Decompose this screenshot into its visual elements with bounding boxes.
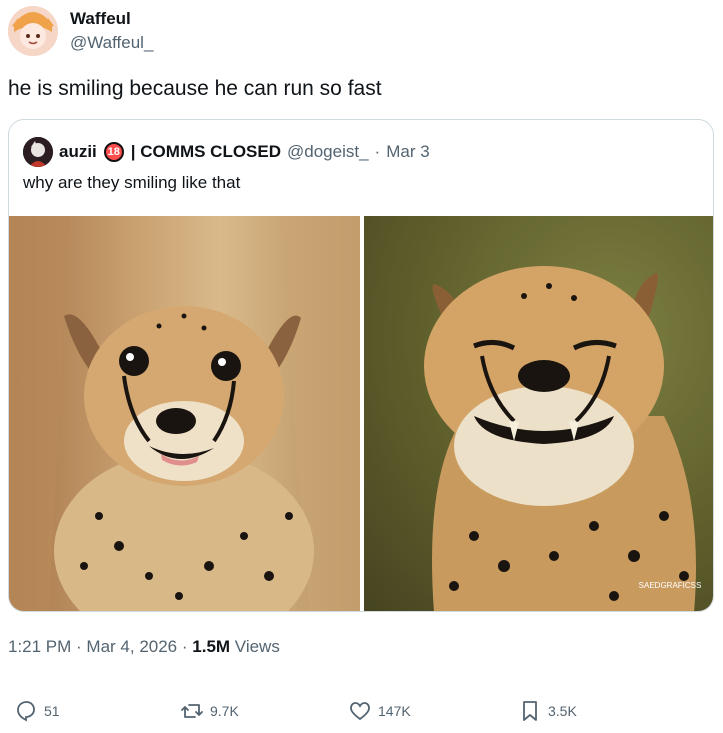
repost-button[interactable]: 9.7K [180, 699, 239, 723]
like-button[interactable]: 147K [348, 699, 411, 723]
bookmark-count: 3.5K [548, 703, 577, 719]
heart-icon [350, 702, 370, 721]
quoted-author-name[interactable]: auzii [59, 142, 97, 162]
quoted-author-avatar[interactable] [23, 137, 53, 167]
quoted-tweet-header: auzii 18 | COMMS CLOSED @dogeist_ · Mar … [23, 137, 430, 167]
quoted-author-handle[interactable]: @dogeist_ [287, 142, 369, 162]
quoted-author-name-suffix[interactable]: | COMMS CLOSED [131, 142, 281, 162]
dot-separator: · [374, 142, 381, 161]
age-18-badge-icon: 18 [103, 142, 124, 162]
author-handle[interactable]: @Waffeul_ [70, 33, 153, 53]
quoted-tweet-text: why are they smiling like that [23, 173, 241, 192]
views-count[interactable]: 1.5M [192, 637, 230, 656]
author-name[interactable]: Waffeul [70, 9, 131, 29]
bookmark-icon [523, 701, 537, 721]
reply-icon [17, 701, 35, 722]
photo-watermark: SAEDGRAFICSS [639, 581, 702, 590]
reply-count: 51 [44, 703, 60, 719]
cheetah-adult-photo[interactable]: SAEDGRAFICSS [364, 216, 713, 611]
tweet-text: he is smiling because he can run so fast [8, 77, 382, 100]
quoted-tweet[interactable]: auzii 18 | COMMS CLOSED @dogeist_ · Mar … [8, 119, 714, 612]
dot-separator: · [181, 637, 193, 656]
cheetah-cub-photo[interactable] [9, 216, 360, 611]
author-avatar[interactable] [8, 6, 58, 56]
reply-button[interactable]: 51 [14, 699, 60, 723]
bookmark-button[interactable]: 3.5K [518, 699, 577, 723]
views-label[interactable]: Views [235, 637, 280, 656]
repost-count: 9.7K [210, 703, 239, 719]
tweet-timestamp[interactable]: 1:21 PM · Mar 4, 2026 [8, 637, 177, 656]
tweet-actions: 51 9.7K 147K 3.5K [0, 699, 723, 725]
quoted-tweet-date[interactable]: Mar 3 [386, 142, 429, 162]
like-count: 147K [378, 703, 411, 719]
repost-icon [181, 704, 203, 718]
tweet-meta: 1:21 PM · Mar 4, 2026 · 1.5M Views [8, 637, 280, 657]
